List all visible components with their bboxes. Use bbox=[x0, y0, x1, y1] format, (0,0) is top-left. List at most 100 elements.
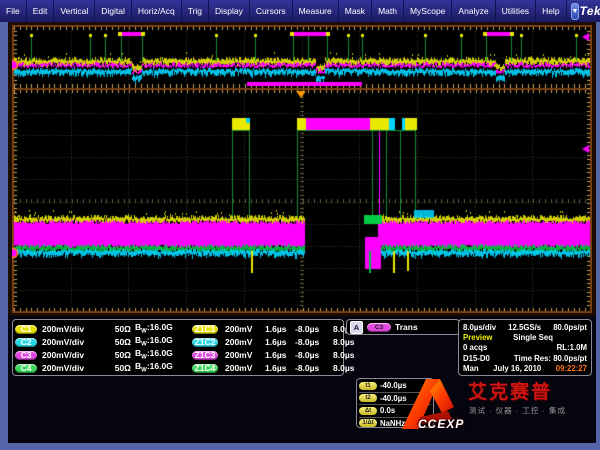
cursor-dt-badge[interactable]: Δt bbox=[359, 407, 377, 415]
channel-impedance: 50Ω bbox=[105, 363, 135, 373]
record-length: RL:1.0M bbox=[557, 343, 587, 352]
channel-readout-box: C1 200mV/div 50Ω BW:16.0G Z1C1 200mV 1.6… bbox=[12, 319, 344, 376]
menu-analyze[interactable]: Analyze bbox=[452, 0, 495, 22]
menu-edit[interactable]: Edit bbox=[27, 0, 55, 22]
channel-impedance: 50Ω bbox=[105, 350, 135, 360]
chevron-down-icon: ▼ bbox=[572, 8, 579, 15]
menu-trig[interactable]: Trig bbox=[182, 0, 209, 22]
menu-help[interactable]: Help bbox=[536, 0, 566, 22]
channel-scale: 200mV/div bbox=[42, 337, 105, 347]
menu-math[interactable]: Math bbox=[372, 0, 404, 22]
timebase-row-2: Preview Single Seq bbox=[463, 332, 587, 342]
cursor-row-dt: Δt 0.0s bbox=[359, 405, 431, 418]
acquisition-status: Preview bbox=[463, 333, 492, 342]
channel-bandwidth: BW:16.0G bbox=[135, 361, 192, 374]
timebase-row-5: Man July 16, 2010 09:22:27 bbox=[463, 363, 587, 373]
timebase-readout-box: 8.0µs/div 12.5GS/s 80.0ps/pt Preview Sin… bbox=[458, 319, 592, 376]
trigger-type-label: Trans bbox=[395, 322, 418, 332]
zoom-start: -8.0µs bbox=[295, 363, 333, 373]
cursor-readout-box: t1 -40.0µs t2 -40.0µs Δt 0.0s 1/Δt NaNHz bbox=[356, 378, 434, 428]
zoom-scale: 200mV bbox=[225, 324, 265, 334]
channel-row-c2: C2 200mV/div 50Ω BW:16.0G Z1C2 200mV 1.6… bbox=[13, 335, 343, 348]
cursor-t2-badge[interactable]: t2 bbox=[359, 394, 377, 402]
menu-display[interactable]: Display bbox=[209, 0, 250, 22]
digital-channels: D15-D0 bbox=[463, 354, 490, 363]
cursor-1dt-value: NaNHz bbox=[380, 419, 405, 428]
channel-impedance: 50Ω bbox=[105, 337, 135, 347]
menubar-right: Tek _ X bbox=[579, 3, 600, 20]
date-label: July 16, 2010 bbox=[493, 364, 541, 373]
trigger-readout-box[interactable]: A C3 Trans bbox=[346, 319, 460, 335]
channel-row-c4: C4 200mV/div 50Ω BW:16.0G Z1C4 200mV 1.6… bbox=[13, 361, 343, 374]
channel-scale: 200mV/div bbox=[42, 324, 105, 334]
menu-utilities[interactable]: Utilities bbox=[496, 0, 536, 22]
zoom-end: 8.0µs bbox=[333, 363, 363, 373]
zoom-badge-z1c1[interactable]: Z1C1 bbox=[192, 325, 218, 334]
trigger-a-icon: A bbox=[350, 321, 363, 334]
cursor-row-t1: t1 -40.0µs bbox=[359, 380, 431, 393]
cursor-row-t2: t2 -40.0µs bbox=[359, 393, 431, 406]
zoom-badge-z1c2[interactable]: Z1C2 bbox=[192, 338, 218, 347]
horizontal-scale: 8.0µs/div bbox=[463, 323, 496, 332]
cursor-row-1dt: 1/Δt NaNHz bbox=[359, 418, 431, 430]
channel-scale: 200mV/div bbox=[42, 363, 105, 373]
channel-bandwidth: BW:16.0G bbox=[135, 322, 192, 335]
accexp-tagline: 测试 · 仪器 · 工控 · 集成 bbox=[469, 405, 566, 416]
channel-badge-c4[interactable]: C4 bbox=[15, 364, 37, 373]
tek-logo: Tek bbox=[579, 4, 600, 18]
zoom-scale: 200mV bbox=[225, 350, 265, 360]
zoom-timebase: 1.6µs bbox=[265, 363, 295, 373]
channel-row-c3: C3 200mV/div 50Ω BW:16.0G Z1C3 200mV 1.6… bbox=[13, 348, 343, 361]
channel-badge-c2[interactable]: C2 bbox=[15, 338, 37, 347]
zoom-end: 8.0µs bbox=[333, 350, 363, 360]
channel-scale: 200mV/div bbox=[42, 350, 105, 360]
cursor-1dt-badge[interactable]: 1/Δt bbox=[359, 419, 377, 427]
zoom-timebase: 1.6µs bbox=[265, 337, 295, 347]
resolution: 80.0ps/pt bbox=[553, 323, 587, 332]
channel-badge-c1[interactable]: C1 bbox=[15, 325, 37, 334]
accexp-chinese-name: 艾克赛普 bbox=[468, 377, 552, 404]
zoom-start: -8.0µs bbox=[295, 337, 333, 347]
zoom-scale: 200mV bbox=[225, 337, 265, 347]
menu-vertical[interactable]: Vertical bbox=[54, 0, 95, 22]
time-resolution: Time Res: 80.0ps/pt bbox=[514, 354, 587, 363]
zoom-timebase: 1.6µs bbox=[265, 350, 295, 360]
zoom-badge-z1c3[interactable]: Z1C3 bbox=[192, 351, 218, 360]
acquisition-count: 0 acqs bbox=[463, 343, 487, 352]
zoom-timebase: 1.6µs bbox=[265, 324, 295, 334]
zoom-badge-z1c4[interactable]: Z1C4 bbox=[192, 364, 218, 373]
cursor-t2-value: -40.0µs bbox=[380, 394, 407, 403]
menu-measure[interactable]: Measure bbox=[293, 0, 339, 22]
trigger-mode: Man bbox=[463, 364, 479, 373]
window-bottom-edge bbox=[0, 443, 600, 450]
zoom-start: -8.0µs bbox=[295, 324, 333, 334]
zoom-end: 8.0µs bbox=[333, 337, 363, 347]
timebase-row-1: 8.0µs/div 12.5GS/s 80.0ps/pt bbox=[463, 322, 587, 332]
waveform-graticule bbox=[12, 25, 592, 313]
menu-bar: File Edit Vertical Digital Horiz/Acq Tri… bbox=[0, 0, 600, 22]
menu-digital[interactable]: Digital bbox=[95, 0, 132, 22]
readout-panel: C1 200mV/div 50Ω BW:16.0G Z1C1 200mV 1.6… bbox=[8, 316, 596, 443]
trigger-source-badge[interactable]: C3 bbox=[367, 323, 391, 332]
menu-horiz-acq[interactable]: Horiz/Acq bbox=[132, 0, 182, 22]
cursor-t1-value: -40.0µs bbox=[380, 381, 407, 390]
menu-myscope[interactable]: MyScope bbox=[404, 0, 452, 22]
menu-file[interactable]: File bbox=[0, 0, 27, 22]
channel-row-c1: C1 200mV/div 50Ω BW:16.0G Z1C1 200mV 1.6… bbox=[13, 322, 343, 335]
menu-mask[interactable]: Mask bbox=[339, 0, 372, 22]
cursor-t1-badge[interactable]: t1 bbox=[359, 382, 377, 390]
cursor-dt-value: 0.0s bbox=[380, 406, 395, 415]
timebase-row-4: D15-D0 Time Res: 80.0ps/pt bbox=[463, 353, 587, 363]
clock-time: 09:22:27 bbox=[556, 364, 587, 373]
channel-bandwidth: BW:16.0G bbox=[135, 348, 192, 361]
zoom-start: -8.0µs bbox=[295, 350, 333, 360]
channel-badge-c3[interactable]: C3 bbox=[15, 351, 37, 360]
timebase-row-3: 0 acqs RL:1.0M bbox=[463, 343, 587, 353]
menu-overflow-button[interactable]: ▼ bbox=[571, 3, 580, 20]
menu-cursors[interactable]: Cursors bbox=[250, 0, 293, 22]
sample-rate: 12.5GS/s bbox=[508, 323, 541, 332]
acquisition-mode: Single Seq bbox=[513, 333, 553, 342]
zoom-scale: 200mV bbox=[225, 363, 265, 373]
channel-bandwidth: BW:16.0G bbox=[135, 335, 192, 348]
waveform-display-area bbox=[8, 22, 596, 316]
